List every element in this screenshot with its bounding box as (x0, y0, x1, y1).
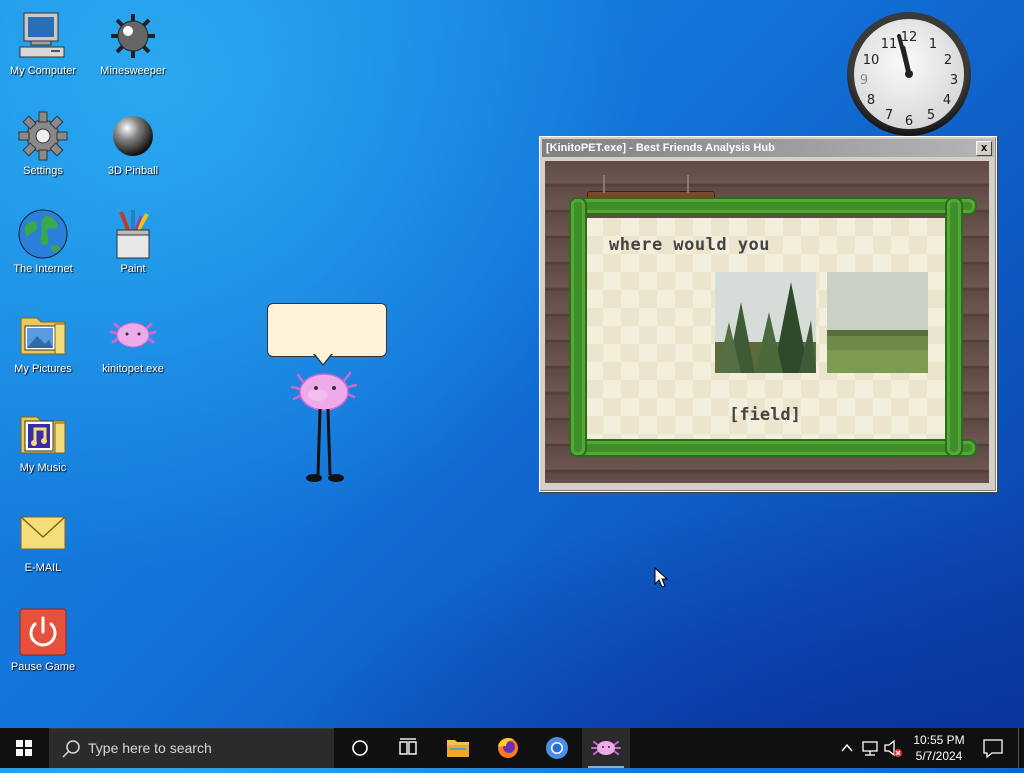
clock-gadget[interactable]: 12 1 2 345 678 9 10 11 (845, 12, 977, 136)
chrome-button[interactable] (533, 728, 581, 768)
vine-frame-top (571, 199, 975, 213)
svg-text:2: 2 (944, 53, 952, 68)
svg-text:10: 10 (863, 53, 880, 68)
cortana-button[interactable] (336, 728, 384, 768)
clock-time: 10:55 PM (913, 733, 965, 747)
pinball-icon (107, 110, 159, 162)
svg-text:6: 6 (905, 114, 913, 129)
paint-icon (107, 208, 159, 260)
desktop-icon-the-internet[interactable]: The Internet (0, 208, 88, 275)
desktop-icon-label: Pause Game (10, 661, 76, 673)
folder-icon (447, 740, 469, 757)
desktop-icon-minesweeper[interactable]: Minesweeper (88, 10, 178, 77)
desktop-icon-kinitopet[interactable]: kinitopet.exe (88, 308, 178, 375)
envelope-icon (17, 507, 69, 559)
chrome-icon (546, 737, 568, 759)
desktop: My Computer Minesweeper Settings 3D Pinb… (0, 0, 1024, 728)
svg-text:1: 1 (929, 37, 937, 52)
notifications-button[interactable] (978, 728, 1008, 768)
question-text: where would you (609, 235, 771, 255)
desktop-icon-label: kinitopet.exe (102, 363, 164, 375)
forest-option-image[interactable] (715, 272, 816, 373)
vine-frame-right (947, 199, 961, 455)
svg-text:5: 5 (927, 108, 935, 123)
network-button[interactable] (860, 728, 882, 768)
vine-frame-left (571, 199, 585, 455)
start-button[interactable] (0, 728, 48, 768)
gear-icon (17, 110, 69, 162)
search-icon (62, 740, 80, 758)
globe-icon (17, 208, 69, 260)
task-view-icon (399, 738, 417, 755)
svg-text:12: 12 (901, 30, 918, 45)
window-content: where would you [field] (545, 161, 989, 483)
firefox-icon (498, 738, 518, 758)
desktop-icon-label: My Pictures (14, 363, 72, 375)
desktop-icon-settings[interactable]: Settings (0, 110, 88, 177)
cortana-icon (352, 740, 368, 756)
taskbar: Type here to search 10:55 PM 5/7/2024 (0, 728, 1024, 768)
clock-date: 5/7/2024 (915, 749, 963, 763)
pictures-folder-icon (17, 308, 69, 360)
desktop-icon-3d-pinball[interactable]: 3D Pinball (88, 110, 178, 177)
speech-bubble (267, 303, 387, 357)
file-explorer-button[interactable] (434, 728, 482, 768)
svg-text:11: 11 (881, 37, 898, 52)
desktop-icon-paint[interactable]: Paint (88, 208, 178, 275)
network-icon (862, 741, 878, 756)
desktop-icon-my-computer[interactable]: My Computer (0, 10, 88, 77)
vine-frame-bottom (571, 441, 975, 455)
svg-text:3: 3 (950, 73, 958, 88)
search-placeholder: Type here to search (88, 740, 212, 756)
desktop-icon-label: Settings (23, 165, 63, 177)
desktop-icon-email[interactable]: E-MAIL (0, 507, 88, 574)
taskbar-search-box[interactable]: Type here to search (49, 728, 334, 768)
desktop-icon-label: The Internet (13, 263, 73, 275)
desktop-icon-label: My Music (19, 462, 67, 474)
firefox-button[interactable] (484, 728, 532, 768)
computer-icon (17, 10, 69, 62)
desktop-icon-label: 3D Pinball (107, 165, 159, 177)
axolotl-icon (107, 308, 159, 360)
show-hidden-icons-button[interactable] (836, 728, 858, 768)
desktop-icon-pause-game[interactable]: Pause Game (0, 606, 88, 673)
desktop-icon-label: My Computer (9, 65, 77, 77)
taskbar-clock[interactable]: 10:55 PM 5/7/2024 (900, 732, 978, 764)
svg-text:4: 4 (943, 93, 951, 108)
desktop-icon-my-music[interactable]: My Music (0, 407, 88, 474)
field-option-image[interactable] (827, 272, 928, 373)
task-view-button[interactable] (384, 728, 432, 768)
chevron-up-icon (841, 743, 853, 752)
kinitopet-taskbar-button[interactable] (582, 728, 630, 768)
kinito-pet-character[interactable] (290, 365, 360, 485)
window-title: [KinitoPET.exe] - Best Friends Analysis … (546, 142, 775, 154)
svg-text:7: 7 (885, 108, 893, 123)
mouse-cursor-icon (654, 566, 670, 589)
notification-icon (983, 739, 1003, 759)
music-folder-icon (17, 407, 69, 459)
svg-text:8: 8 (867, 93, 875, 108)
desktop-icon-label: Minesweeper (100, 65, 166, 77)
close-button[interactable]: x (976, 141, 992, 156)
axolotl-icon (591, 741, 621, 755)
power-icon (17, 606, 69, 658)
kinitopet-window: [KinitoPET.exe] - Best Friends Analysis … (539, 136, 997, 492)
answer-field[interactable]: [field] (585, 405, 945, 425)
desktop-icon-my-pictures[interactable]: My Pictures (0, 308, 88, 375)
desktop-icon-label: Paint (120, 263, 146, 275)
window-titlebar[interactable]: [KinitoPET.exe] - Best Friends Analysis … (542, 139, 994, 157)
desktop-icon-label: E-MAIL (24, 562, 62, 574)
svg-text:9: 9 (860, 73, 868, 88)
mine-icon (107, 10, 159, 62)
